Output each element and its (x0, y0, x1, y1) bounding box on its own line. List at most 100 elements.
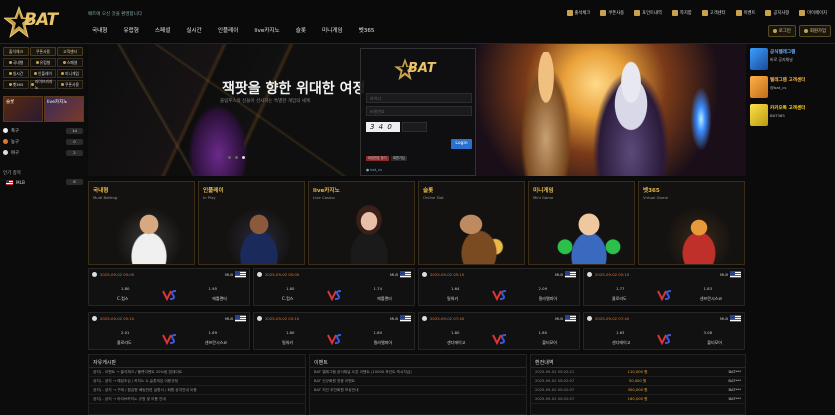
left-menu-item[interactable]: 국내형 (3, 58, 29, 67)
sport-row[interactable]: 축구 14 (3, 125, 83, 136)
coupon-icon (600, 10, 607, 16)
match-card[interactable]: 2025-09-02 07:40 MLB 1.80 1.80 샌디에이고 볼티모어 (418, 311, 580, 350)
nav-item[interactable]: 유럽형 (115, 26, 146, 34)
home-odds[interactable]: 1.63 (616, 330, 624, 335)
board-row[interactable]: 공지) - 공지 → 구매 / 환급형 베팅관련 설명서 / 회원 공지안내 이… (89, 386, 305, 395)
left-button[interactable]: 고객센터 (57, 47, 83, 56)
away-odds[interactable]: 1.80 (374, 330, 382, 335)
left-menu-item[interactable]: 쿠폰사용 (57, 80, 83, 89)
nav-item[interactable]: live카지노 (246, 26, 287, 34)
popular-row[interactable]: MLB 6 (3, 176, 83, 188)
match-card[interactable]: 2025-09-02 05:10 MLB 2.01 1.69 콜로라도 샌프란시스코 (88, 311, 250, 350)
nav-item[interactable]: 미니게임 (314, 26, 351, 34)
event-row[interactable]: BAT 텔레그램 공식채널 오픈 이벤트 (10000 포인트 즉시지급) (310, 368, 526, 377)
match-card[interactable]: 2025-09-02 05:05 MLB 1.80 1.74 C.컵스 애틀랜타 (253, 268, 415, 306)
banner-hat-art (188, 104, 248, 176)
banner-dot[interactable] (235, 156, 238, 159)
left-menu-item[interactable]: 라이브카지노 (30, 79, 56, 90)
away-odds[interactable]: 3.08 (704, 330, 712, 335)
nav-item[interactable]: 인플레이 (210, 26, 247, 34)
game-card[interactable]: 벳365 Virtual Game (638, 181, 745, 265)
id-input[interactable]: 아이디 (366, 93, 472, 103)
contact-card[interactable]: 공식텔레그램 바로 공지채널 (750, 46, 833, 72)
left-menu-item[interactable]: 벳365 (3, 80, 29, 89)
game-card[interactable]: live카지노 Live Casino (308, 181, 415, 265)
login-submit-button[interactable]: Login (451, 139, 472, 149)
home-odds[interactable]: 2.01 (121, 330, 129, 335)
site-logo[interactable]: BAT (4, 6, 68, 40)
game-card[interactable]: 인플레이 In Play (198, 181, 305, 265)
promo-label: live카지노 (47, 100, 68, 105)
card-title: 국내형 (93, 188, 109, 194)
contact-card[interactable]: 카카오톡 고객센터 BAT365 (750, 102, 833, 128)
game-card[interactable]: 미니게임 Mini Game (528, 181, 635, 265)
left-menu-item[interactable]: 미니게임 (57, 69, 83, 78)
home-odds[interactable]: 1.80 (451, 330, 459, 335)
signup-button[interactable]: 회원가입 (798, 25, 831, 37)
left-button[interactable]: 쿠폰사용 (30, 47, 56, 56)
left-menu-item[interactable]: 유럽형 (30, 58, 56, 67)
sport-row[interactable]: 야구 2 (3, 147, 83, 158)
event-row[interactable]: BAT 지인 추천회원 보상안내 (310, 386, 526, 395)
left-menu-item[interactable]: 인플레이 (30, 69, 56, 78)
top-link[interactable]: 마이페이지 (795, 9, 831, 17)
nav-item[interactable]: 스페셜 (147, 26, 178, 34)
captcha-input[interactable] (402, 122, 427, 132)
board-row[interactable]: 공지) - 공지 → 라이브카지노 규정 및 이용 안내 (89, 395, 305, 404)
top-link[interactable]: 쿠폰사용 (596, 9, 628, 17)
match-card[interactable]: 2025-09-02 05:10 MLB 1.64 2.09 밀워키 필라델피아 (418, 268, 580, 306)
banner-dot[interactable] (228, 156, 231, 159)
login-button[interactable]: 로그인 (767, 25, 796, 37)
away-odds[interactable]: 2.09 (539, 286, 547, 291)
top-link-label: 고객센터 (709, 11, 726, 16)
nav-item[interactable]: 국내형 (84, 26, 115, 34)
nav-item[interactable]: 실시간 (178, 26, 209, 34)
home-odds[interactable]: 1.77 (616, 286, 624, 291)
promo-live-casino[interactable]: live카지노 (44, 96, 84, 122)
away-team: 애틀랜타 (212, 296, 227, 301)
away-odds[interactable]: 1.80 (539, 330, 547, 335)
game-card[interactable]: 슬롯 Online Slot (418, 181, 525, 265)
away-odds[interactable]: 1.83 (704, 286, 712, 291)
top-link[interactable]: 이벤트 (732, 9, 760, 17)
promo-slot[interactable]: 슬롯 (3, 96, 43, 122)
board-row[interactable]: 공지) - 공지 → 해킹조심 / 카지노 & 슬롯게임 이용규정 (89, 377, 305, 386)
match-card[interactable]: 2025-09-02 05:05 MLB 1.80 1.95 C.컵스 애틀랜타 (88, 268, 250, 306)
home-odds[interactable]: 1.80 (286, 286, 294, 291)
away-odds[interactable]: 1.69 (209, 330, 217, 335)
contact-card[interactable]: 텔레그램 고객센터 @bat_cs (750, 74, 833, 100)
match-card[interactable]: 2025-09-02 07:40 MLB 1.63 3.08 샌디에이고 볼티모어 (583, 311, 745, 350)
board-row[interactable]: 공지) - 이벤트 → 출석체크 / 룰렛이벤트 20%팀 업데이트 (89, 368, 305, 377)
left-button[interactable]: 출석체크 (3, 47, 29, 56)
find-password-button[interactable]: 비밀번호 찾기 (366, 156, 389, 161)
top-link[interactable]: 포인트내역 (630, 9, 666, 17)
game-card[interactable]: 국내형 Multi Betting (88, 181, 195, 265)
menu-dot-icon (8, 61, 12, 64)
away-odds[interactable]: 1.95 (209, 286, 217, 291)
top-link[interactable]: 쪽지함 (668, 9, 696, 17)
left-menu-item[interactable]: 스페셜 (57, 58, 83, 67)
nav-item[interactable]: 벳365 (351, 26, 383, 34)
event-row[interactable]: BAT 신규회원 첫충 이벤트 (310, 377, 526, 386)
signup-small-button[interactable]: 회원가입 (391, 156, 407, 161)
top-link[interactable]: 고객센터 (698, 9, 730, 17)
nav-item[interactable]: 슬롯 (288, 26, 314, 34)
match-card[interactable]: 2025-09-02 05:10 MLB 1.80 1.80 밀워키 필라델피아 (253, 311, 415, 350)
event-row-text: BAT 신규회원 첫충 이벤트 (314, 379, 356, 383)
card-subtitle: Multi Betting (93, 195, 118, 200)
top-link[interactable]: 출석체크 (563, 9, 595, 17)
away-odds[interactable]: 1.74 (374, 286, 382, 291)
top-link[interactable]: 공지사항 (761, 9, 793, 17)
home-odds[interactable]: 1.80 (121, 286, 129, 291)
home-odds[interactable]: 1.64 (451, 286, 459, 291)
telegram-id[interactable]: ● bat_cs (366, 168, 382, 172)
home-odds[interactable]: 1.80 (286, 330, 294, 335)
banner-dot-active[interactable] (242, 156, 245, 159)
password-input[interactable]: 비밀번호 (366, 106, 472, 116)
match-card[interactable]: 2025-09-02 05:10 MLB 1.77 1.83 콜로라도 샌프란시스코 (583, 268, 745, 306)
away-team: 볼티모어 (542, 339, 557, 345)
sport-row[interactable]: 농구 0 (3, 136, 83, 147)
left-menu-item[interactable]: 실시간 (3, 69, 29, 78)
vs-icon (657, 290, 672, 302)
header: BAT 배트에 오신 것을 환영합니다 출석체크 쿠폰사용 포인트내역 쪽지함 … (0, 0, 835, 44)
